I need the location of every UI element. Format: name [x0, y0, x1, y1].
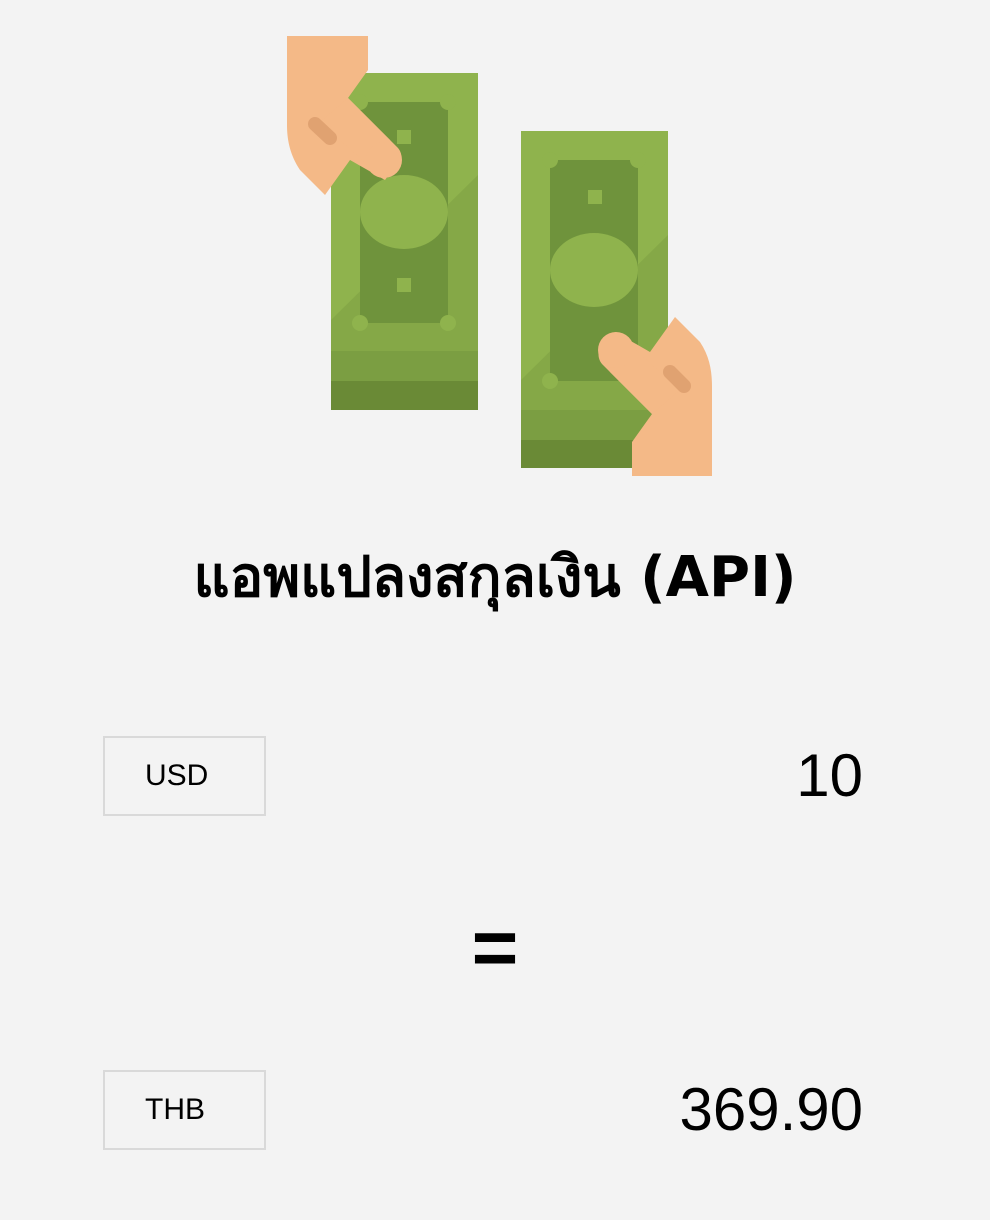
from-amount-input[interactable]: 10: [363, 736, 863, 816]
to-currency-row: THB 369.90: [103, 1070, 863, 1150]
to-amount-output[interactable]: 369.90: [363, 1070, 863, 1150]
equals-sign: =: [471, 903, 519, 992]
page-title: แอพแปลงสกุลเงิน (API): [193, 545, 797, 610]
to-currency-select[interactable]: THB: [103, 1070, 266, 1150]
from-currency-row: USD 10: [103, 736, 863, 816]
from-currency-select[interactable]: USD: [103, 736, 266, 816]
right-banknote-icon: [521, 131, 668, 468]
currency-converter-app: แอพแปลงสกุลเงิน (API) USD 10 = THB 369.9…: [0, 0, 990, 1220]
money-exchange-icon: [280, 30, 720, 480]
